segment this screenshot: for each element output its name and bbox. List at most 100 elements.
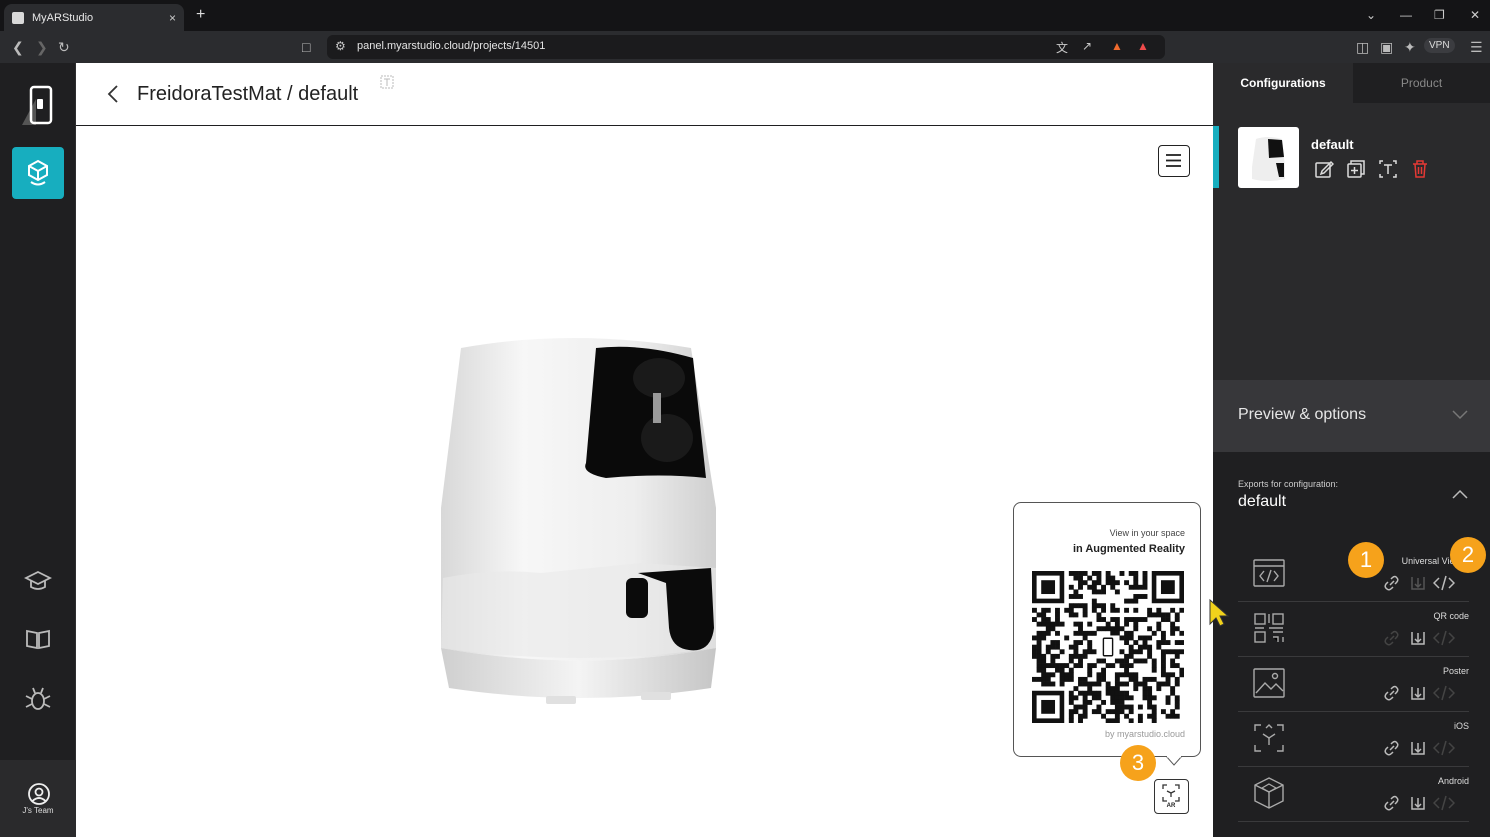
link-icon[interactable] <box>1382 628 1402 648</box>
link-icon[interactable] <box>1382 573 1402 593</box>
preview-options-section[interactable]: Preview & options <box>1213 380 1490 452</box>
minimize-window-icon[interactable]: — <box>1400 8 1412 22</box>
chevron-up-icon[interactable] <box>1452 489 1468 499</box>
right-panel: Configurations Product default Preview &… <box>1213 63 1490 837</box>
new-tab-button[interactable]: + <box>196 6 205 24</box>
configuration-card[interactable]: default <box>1213 126 1490 190</box>
download-icon[interactable] <box>1408 793 1428 813</box>
hamburger-icon <box>1166 154 1181 167</box>
brave-shields-icon[interactable]: ▲ <box>1111 39 1123 53</box>
scene-viewer-cube-icon <box>1254 777 1284 809</box>
export-row-ios: iOS <box>1238 712 1469 767</box>
user-team-label: J's Team <box>22 806 54 815</box>
embed-code-icon[interactable] <box>1433 573 1455 593</box>
back-nav-icon[interactable]: ❮ <box>12 39 24 56</box>
download-icon[interactable] <box>1408 683 1428 703</box>
page-title: FreidoraTestMat / default <box>137 83 359 105</box>
ar-cube-icon <box>28 159 48 186</box>
qr-popup-credit: by myarstudio.cloud <box>1104 729 1185 739</box>
embed-code-icon[interactable] <box>1433 683 1455 703</box>
sidebar-toggle-icon[interactable]: ◫ <box>1356 39 1369 56</box>
forward-nav-icon[interactable]: ❯ <box>36 39 48 56</box>
site-favicon-icon <box>12 11 24 24</box>
graduation-cap-icon[interactable] <box>24 569 52 593</box>
exports-label: Exports for configuration: <box>1238 479 1339 489</box>
export-row-android: Android <box>1238 767 1469 822</box>
sidebar-item-projects[interactable] <box>12 147 64 199</box>
right-panel-tabs: Configurations Product <box>1213 63 1490 103</box>
restore-window-icon[interactable]: ❐ <box>1434 8 1445 22</box>
export-label: QR code <box>1433 611 1469 621</box>
download-icon[interactable] <box>1408 628 1428 648</box>
browser-menu-icon[interactable]: ☰ <box>1470 39 1483 56</box>
qr-popup-line2: in Augmented Reality <box>1072 543 1185 555</box>
embed-code-icon[interactable] <box>1433 738 1455 758</box>
mouse-cursor-icon <box>1209 598 1230 627</box>
url-text: panel.myarstudio.cloud/projects/14501 <box>357 40 546 52</box>
air-fryer-3d-model[interactable] <box>431 328 731 718</box>
embed-code-icon[interactable] <box>1433 628 1455 648</box>
preview-options-title: Preview & options <box>1238 406 1367 423</box>
view-in-ar-button[interactable]: AR <box>1154 779 1189 814</box>
tab-close-icon[interactable]: × <box>169 11 176 25</box>
reload-icon[interactable]: ↻ <box>58 39 70 56</box>
download-icon[interactable] <box>1408 738 1428 758</box>
export-label: Poster <box>1442 666 1469 676</box>
duplicate-icon[interactable] <box>1346 159 1366 179</box>
annotation-badge: 2 <box>1450 537 1486 573</box>
browser-toolbar: ❮ ❯ ↻ □ ⚙ panel.myarstudio.cloud/project… <box>0 31 1490 63</box>
selected-indicator <box>1213 126 1219 188</box>
book-icon[interactable] <box>24 627 52 651</box>
export-label: iOS <box>1453 721 1469 731</box>
configuration-name: default <box>1311 137 1354 152</box>
export-label: Android <box>1437 776 1469 786</box>
leo-ai-icon[interactable]: ✦ <box>1404 39 1416 56</box>
download-icon[interactable] <box>1408 573 1428 593</box>
tab-list-chevron-icon[interactable]: ⌄ <box>1366 8 1376 22</box>
delete-trash-icon[interactable] <box>1410 159 1430 179</box>
poster-image-icon <box>1253 668 1285 698</box>
exports-configuration-name: default <box>1238 493 1287 510</box>
app-logo-icon[interactable] <box>22 85 54 125</box>
annotation-badge: 3 <box>1120 745 1156 781</box>
browser-tab-title: MyARStudio <box>32 11 94 24</box>
close-window-icon[interactable]: ✕ <box>1470 8 1480 22</box>
bookmark-icon[interactable]: □ <box>302 39 310 55</box>
embed-code-icon[interactable] <box>1433 793 1455 813</box>
edit-icon[interactable] <box>1314 159 1334 179</box>
exports-section: Exports for configuration: default Unive… <box>1213 452 1490 837</box>
site-info-icon[interactable]: ⚙ <box>335 39 346 53</box>
translate-icon[interactable]: 文 <box>1056 39 1068 56</box>
browser-tab[interactable]: MyARStudio × <box>4 4 184 31</box>
user-avatar-icon <box>28 783 50 805</box>
export-row-poster: Poster <box>1238 657 1469 712</box>
bug-icon[interactable] <box>24 685 52 713</box>
qr-code-icon <box>1254 613 1284 643</box>
browser-tabbar: MyARStudio × + ⌄ — ❐ ✕ <box>0 0 1490 31</box>
viewer-menu-button[interactable] <box>1158 145 1190 177</box>
link-icon[interactable] <box>1382 793 1402 813</box>
tab-product[interactable]: Product <box>1353 63 1490 103</box>
rename-text-icon[interactable] <box>380 75 394 89</box>
vpn-button[interactable]: VPN <box>1424 38 1455 53</box>
annotation-badge: 1 <box>1348 542 1384 578</box>
configuration-thumbnail <box>1238 127 1299 188</box>
brave-rewards-icon[interactable]: ▲ <box>1137 39 1149 53</box>
tab-configurations[interactable]: Configurations <box>1213 63 1353 103</box>
link-icon[interactable] <box>1382 683 1402 703</box>
user-account-button[interactable]: J's Team <box>0 760 76 837</box>
popup-pointer <box>1166 756 1182 766</box>
back-arrow-icon[interactable] <box>106 83 120 105</box>
ar-button-label: AR <box>1166 803 1176 809</box>
share-icon[interactable]: ↗ <box>1082 39 1092 53</box>
rename-icon[interactable] <box>1378 159 1398 179</box>
left-sidebar: J's Team <box>0 63 76 837</box>
chevron-down-icon[interactable] <box>1452 410 1468 420</box>
page-header: FreidoraTestMat / default <box>76 63 1213 126</box>
ar-qr-popup: View in your space in Augmented Reality … <box>1013 502 1201 766</box>
link-icon[interactable] <box>1382 738 1402 758</box>
ar-qr-code-image[interactable] <box>1032 571 1184 723</box>
wallet-icon[interactable]: ▣ <box>1380 39 1393 56</box>
ar-scan-icon <box>1162 784 1180 802</box>
address-bar[interactable]: ⚙ panel.myarstudio.cloud/projects/14501 … <box>327 35 1165 59</box>
